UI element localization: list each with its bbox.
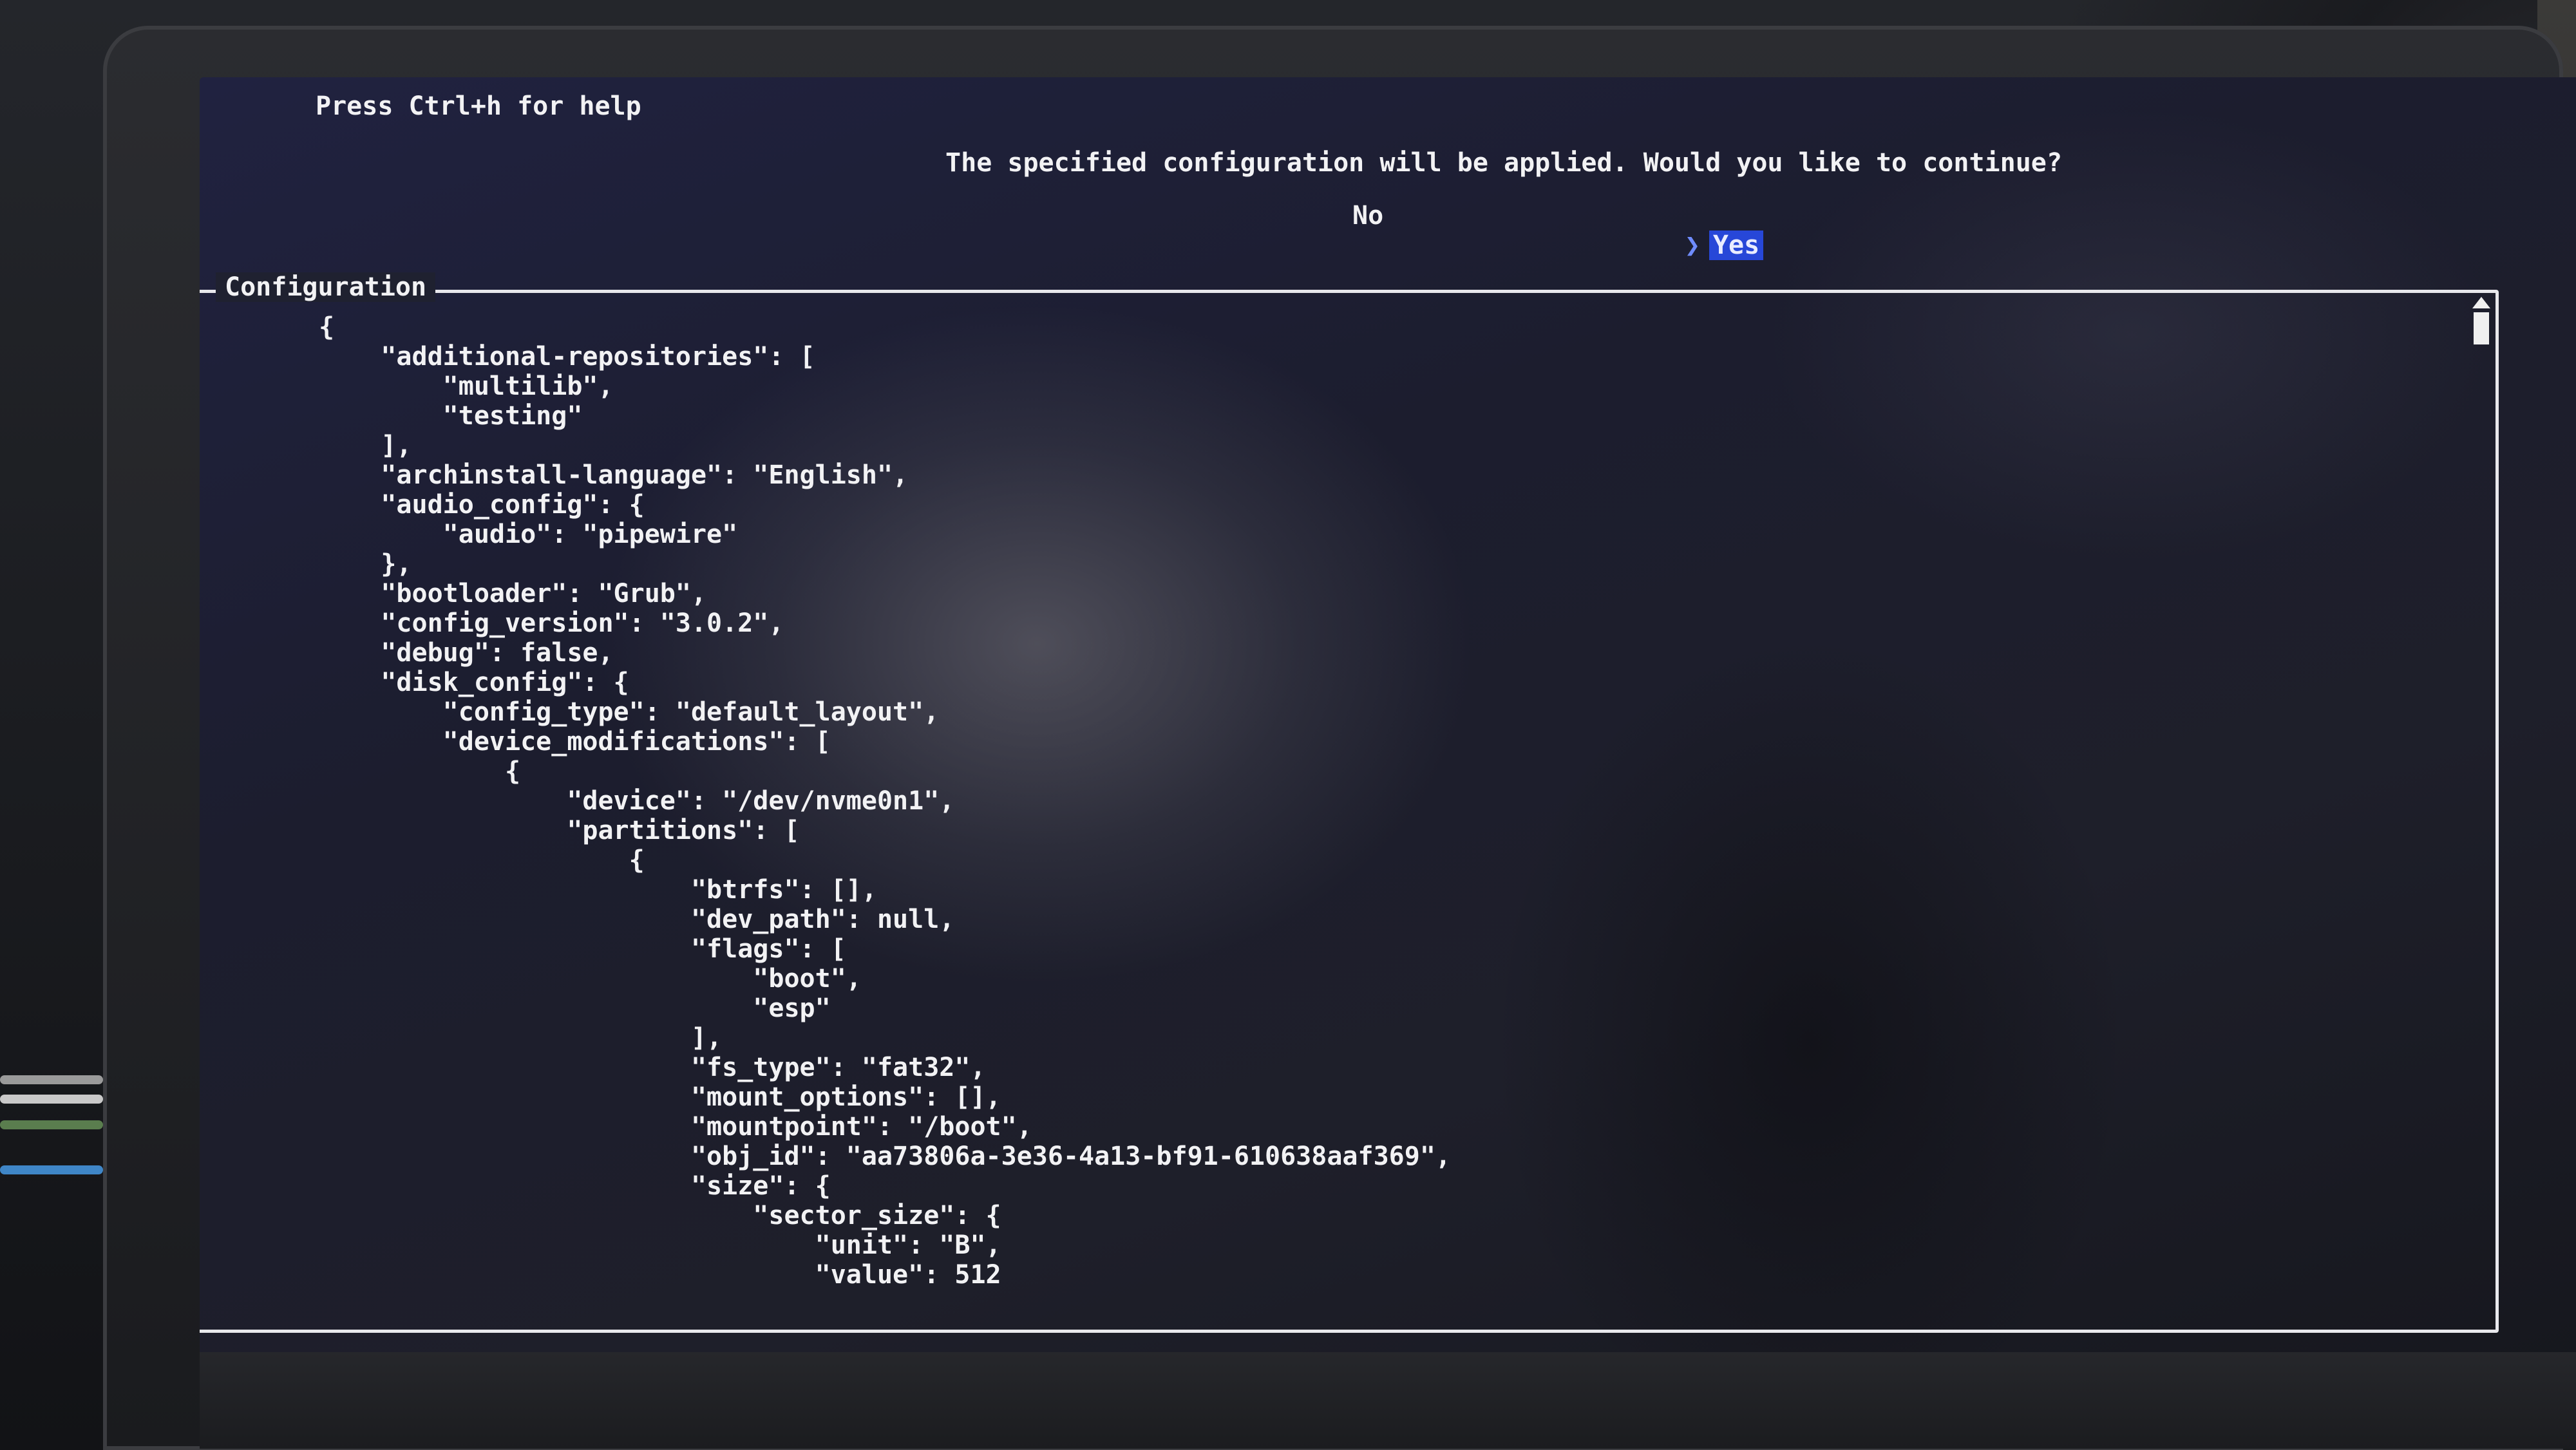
config-line: {: [319, 757, 521, 786]
cable: [0, 1075, 103, 1084]
terminal-screen: Press Ctrl+h for help The specified conf…: [200, 77, 2576, 1449]
config-line: "device_modifications": [: [319, 727, 831, 757]
config-line: "mount_options": [],: [319, 1082, 1001, 1112]
cables: [0, 1069, 103, 1236]
config-line: "obj_id": "aa73806a-3e36-4a13-bf91-61063…: [319, 1142, 1451, 1171]
config-line: "btrfs": [],: [319, 875, 877, 905]
screen-bottom-edge: [200, 1352, 2576, 1449]
yes-option-wrapper[interactable]: ❯ Yes: [1530, 201, 1764, 290]
config-line: "partitions": [: [319, 816, 800, 845]
config-line: "audio_config": {: [319, 490, 645, 520]
config-line: ],: [319, 431, 412, 460]
config-line: "dev_path": null,: [319, 905, 955, 934]
selection-cursor-icon: ❯: [1684, 231, 1700, 260]
yes-option[interactable]: Yes: [1709, 231, 1764, 260]
config-line: "size": {: [319, 1171, 831, 1201]
cable: [0, 1095, 103, 1104]
config-line: },: [319, 549, 412, 579]
config-line: "esp": [319, 993, 831, 1023]
confirmation-prompt: The specified configuration will be appl…: [945, 148, 2062, 178]
config-line: "config_type": "default_layout",: [319, 697, 940, 727]
confirmation-options: No ❯ Yes: [200, 201, 2576, 260]
config-line: "value": 512: [319, 1260, 1001, 1290]
config-line: "config_version": "3.0.2",: [319, 608, 784, 638]
config-line: "device": "/dev/nvme0n1",: [319, 786, 955, 816]
cable: [0, 1165, 103, 1174]
help-hint: Press Ctrl+h for help: [316, 91, 641, 121]
config-line: ],: [319, 1023, 723, 1053]
config-line: "multilib",: [319, 372, 614, 401]
config-line: "boot",: [319, 964, 862, 993]
config-line: "debug": false,: [319, 638, 614, 668]
config-line: "disk_config": {: [319, 668, 629, 697]
config-line: "unit": "B",: [319, 1230, 1001, 1260]
config-line: "fs_type": "fat32",: [319, 1053, 986, 1082]
config-line: "mountpoint": "/boot",: [319, 1112, 1032, 1142]
config-line: "testing": [319, 401, 583, 431]
config-line: "flags": [: [319, 934, 846, 964]
laptop-bezel: Press Ctrl+h for help The specified conf…: [103, 26, 2576, 1450]
cable: [0, 1120, 103, 1129]
no-option[interactable]: No: [1352, 201, 1383, 231]
config-line: "archinstall-language": "English",: [319, 460, 909, 490]
configuration-panel[interactable]: Configuration { "additional-repositories…: [200, 272, 2499, 1333]
config-line: {: [319, 845, 645, 875]
panel-title: Configuration: [216, 272, 436, 302]
config-line: {: [319, 312, 335, 342]
config-line: "sector_size": {: [319, 1201, 1001, 1230]
config-line: "additional-repositories": [: [319, 342, 815, 372]
scrollbar-thumb[interactable]: [2474, 312, 2489, 344]
scroll-up-icon[interactable]: [2472, 297, 2490, 308]
photo-background: Press Ctrl+h for help The specified conf…: [0, 0, 2576, 1450]
config-line: "audio": "pipewire": [319, 520, 738, 549]
config-line: "bootloader": "Grub",: [319, 579, 707, 608]
config-json: { "additional-repositories": [ "multilib…: [319, 312, 1451, 1290]
